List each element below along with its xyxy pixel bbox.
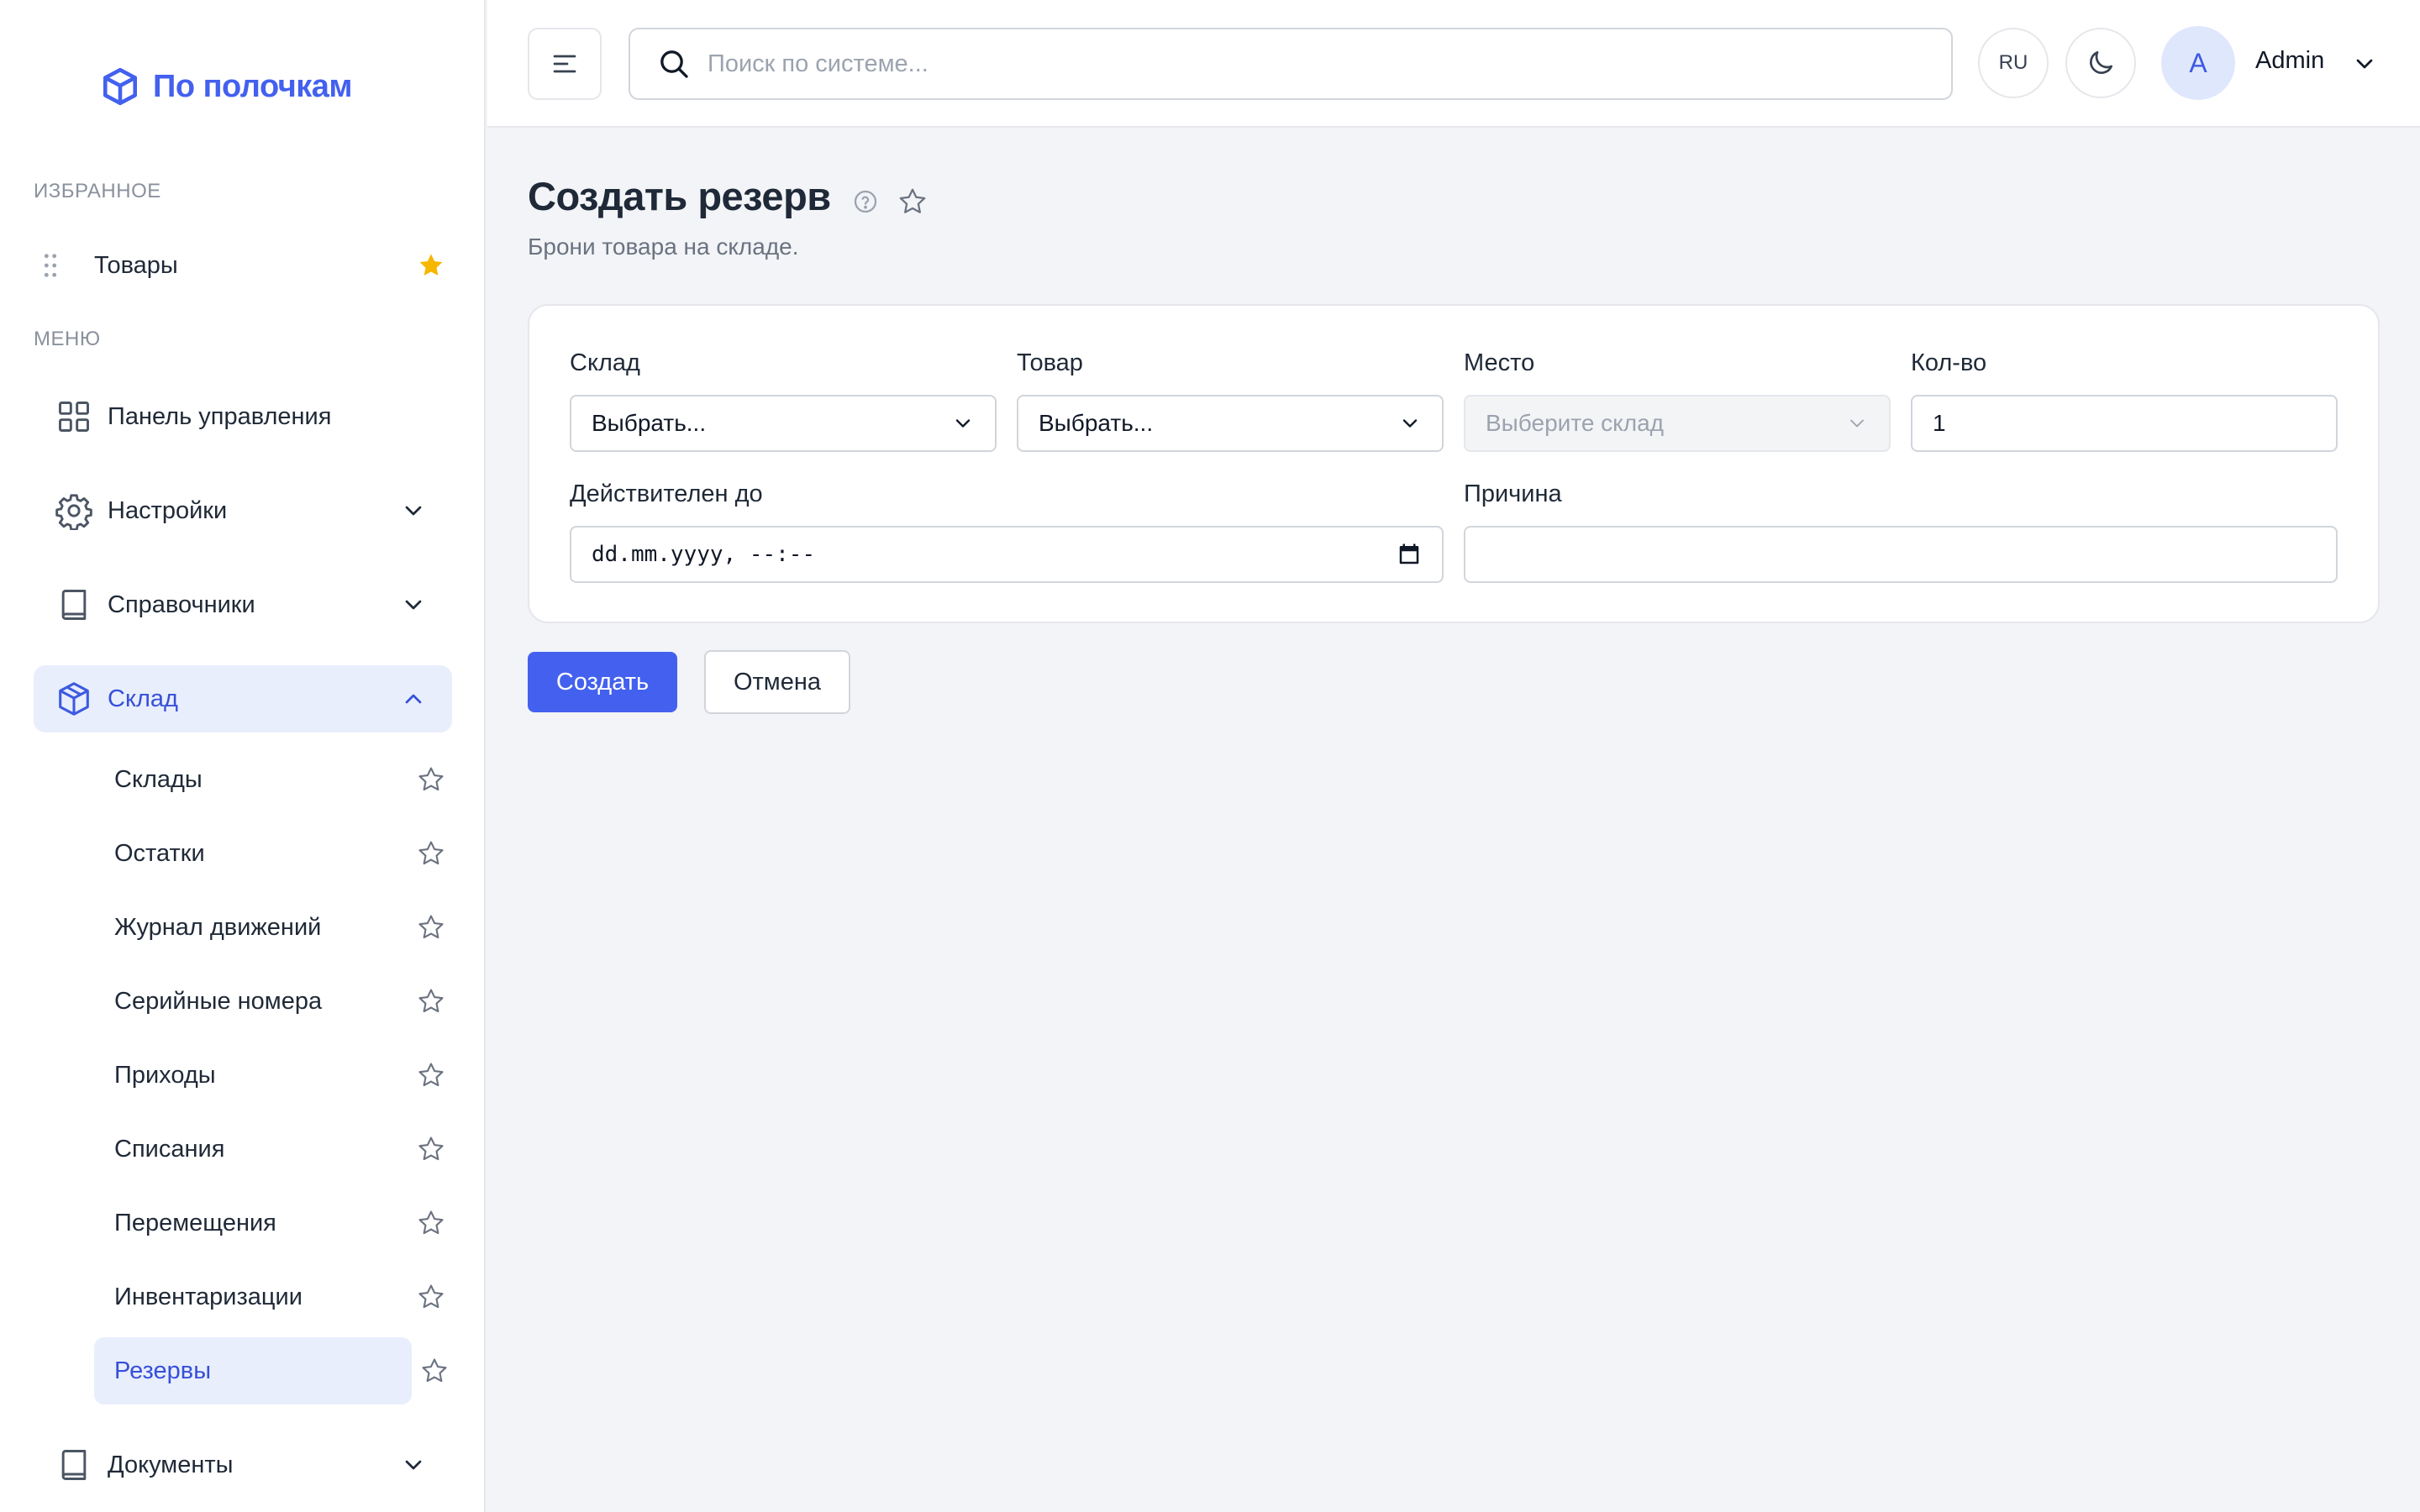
app-logo[interactable]: По полочкам bbox=[99, 66, 353, 108]
sidebar-subitem-inventories[interactable]: Инвентаризации bbox=[94, 1263, 452, 1331]
chevron-down-icon bbox=[951, 412, 975, 435]
grid-icon bbox=[54, 396, 94, 437]
sidebar: По полочкам ИЗБРАННОЕ Товары МЕНЮ Панель… bbox=[0, 0, 486, 1512]
sidebar-subitem-label: Перемещения bbox=[114, 1209, 276, 1236]
moon-icon bbox=[2085, 47, 2117, 79]
sidebar-subitem-label: Серийные номера bbox=[114, 987, 323, 1015]
cancel-button[interactable]: Отмена bbox=[704, 650, 850, 714]
topbar: RU A Admin bbox=[487, 0, 2420, 128]
menu-toggle-button[interactable] bbox=[528, 28, 602, 100]
user-name[interactable]: Admin bbox=[2255, 47, 2324, 75]
sidebar-subitem-serial-numbers[interactable]: Серийные номера bbox=[94, 968, 452, 1035]
sidebar-subitem-label: Склады bbox=[114, 765, 203, 793]
sidebar-item-label: Панель управления bbox=[108, 402, 332, 430]
help-circle-icon[interactable] bbox=[852, 188, 879, 215]
reason-input[interactable] bbox=[1464, 526, 2338, 583]
star-outline-icon[interactable] bbox=[417, 1135, 445, 1163]
sidebar-item-references[interactable]: Справочники bbox=[34, 571, 452, 638]
chevron-down-icon bbox=[1845, 412, 1869, 435]
sidebar-subitem-stock[interactable]: Остатки bbox=[94, 820, 452, 887]
gear-icon bbox=[54, 491, 94, 531]
search-icon bbox=[657, 47, 691, 81]
chevron-up-icon[interactable] bbox=[400, 685, 427, 712]
star-outline-icon[interactable] bbox=[897, 186, 928, 217]
page-title: Создать резерв bbox=[528, 174, 831, 218]
star-outline-icon[interactable] bbox=[417, 913, 445, 942]
box-icon bbox=[54, 679, 94, 719]
chevron-down-icon[interactable] bbox=[400, 1452, 427, 1478]
chevron-down-icon[interactable] bbox=[400, 497, 427, 524]
place-select-value: Выберите склад bbox=[1486, 410, 1664, 436]
qty-input-value: 1 bbox=[1933, 410, 1946, 436]
calendar-icon[interactable] bbox=[1397, 542, 1422, 567]
sidebar-subitem-label: Остатки bbox=[114, 839, 205, 867]
drag-handle-icon[interactable] bbox=[42, 253, 76, 278]
star-filled-icon[interactable] bbox=[417, 251, 445, 280]
warehouse-select[interactable]: Выбрать... bbox=[570, 395, 997, 452]
valid-until-value: dd.mm.yyyy, --:-- bbox=[592, 542, 816, 567]
theme-toggle-button[interactable] bbox=[2065, 28, 2136, 98]
star-outline-icon[interactable] bbox=[417, 1283, 445, 1311]
sidebar-item-dashboard[interactable]: Панель управления bbox=[34, 383, 452, 450]
sidebar-item-documents[interactable]: Документы bbox=[34, 1431, 452, 1499]
sidebar-subitem-warehouses[interactable]: Склады bbox=[94, 746, 452, 813]
menu-section-label: МЕНЮ bbox=[34, 328, 101, 350]
sidebar-subitem-receipts[interactable]: Приходы bbox=[94, 1042, 452, 1109]
app-name: По полочкам bbox=[153, 68, 353, 104]
sidebar-subitem-label: Резервы bbox=[94, 1337, 412, 1404]
sidebar-subitem-transfers[interactable]: Перемещения bbox=[94, 1189, 452, 1257]
avatar[interactable]: A bbox=[2161, 26, 2235, 100]
language-button[interactable]: RU bbox=[1978, 28, 2049, 98]
qty-input[interactable]: 1 bbox=[1911, 395, 2338, 452]
warehouse-label: Склад bbox=[570, 349, 640, 376]
search-box[interactable] bbox=[629, 28, 1953, 100]
menu-lines-icon bbox=[550, 49, 580, 79]
sidebar-subitem-label: Инвентаризации bbox=[114, 1283, 302, 1310]
sidebar-subitem-label: Приходы bbox=[114, 1061, 216, 1089]
sidebar-item-label: Документы bbox=[108, 1451, 234, 1478]
place-label: Место bbox=[1464, 349, 1535, 376]
star-outline-icon[interactable] bbox=[420, 1357, 449, 1385]
qty-label: Кол-во bbox=[1911, 349, 1987, 376]
page-subtitle: Брони товара на складе. bbox=[528, 234, 799, 260]
search-input[interactable] bbox=[708, 50, 1951, 78]
sidebar-subitem-reserves[interactable]: Резервы bbox=[94, 1337, 452, 1404]
favorite-item-products[interactable]: Товары bbox=[34, 240, 452, 291]
sidebar-item-warehouse[interactable]: Склад bbox=[34, 665, 452, 732]
sidebar-subitem-write-offs[interactable]: Списания bbox=[94, 1116, 452, 1183]
place-select: Выберите склад bbox=[1464, 395, 1891, 452]
chevron-down-icon bbox=[1398, 412, 1422, 435]
star-outline-icon[interactable] bbox=[417, 765, 445, 794]
reason-label: Причина bbox=[1464, 480, 1562, 507]
sidebar-subitem-label: Журнал движений bbox=[114, 913, 322, 941]
star-outline-icon[interactable] bbox=[417, 1061, 445, 1089]
star-outline-icon[interactable] bbox=[417, 987, 445, 1016]
book-icon bbox=[54, 585, 94, 625]
favorites-section-label: ИЗБРАННОЕ bbox=[34, 180, 161, 202]
product-select[interactable]: Выбрать... bbox=[1017, 395, 1444, 452]
sidebar-item-label: Настройки bbox=[108, 496, 228, 524]
book-icon bbox=[54, 1445, 94, 1485]
sidebar-subitem-label: Списания bbox=[114, 1135, 225, 1163]
reserve-form-card: Склад Выбрать... Товар Выбрать... Место … bbox=[528, 304, 2380, 623]
sidebar-item-settings[interactable]: Настройки bbox=[34, 477, 452, 544]
chevron-down-icon[interactable] bbox=[2351, 50, 2378, 77]
create-button[interactable]: Создать bbox=[528, 652, 677, 712]
sidebar-item-label: Справочники bbox=[108, 591, 255, 618]
valid-until-datetime-input[interactable]: dd.mm.yyyy, --:-- bbox=[570, 526, 1444, 583]
box-logo-icon bbox=[99, 66, 141, 108]
chevron-down-icon[interactable] bbox=[400, 591, 427, 618]
valid-until-label: Действителен до bbox=[570, 480, 763, 507]
star-outline-icon[interactable] bbox=[417, 1209, 445, 1237]
favorite-item-label: Товары bbox=[94, 251, 178, 279]
warehouse-select-value: Выбрать... bbox=[592, 410, 707, 436]
sidebar-subitem-movement-log[interactable]: Журнал движений bbox=[94, 894, 452, 961]
product-label: Товар bbox=[1017, 349, 1083, 376]
star-outline-icon[interactable] bbox=[417, 839, 445, 868]
product-select-value: Выбрать... bbox=[1039, 410, 1154, 436]
sidebar-item-label: Склад bbox=[108, 685, 178, 712]
